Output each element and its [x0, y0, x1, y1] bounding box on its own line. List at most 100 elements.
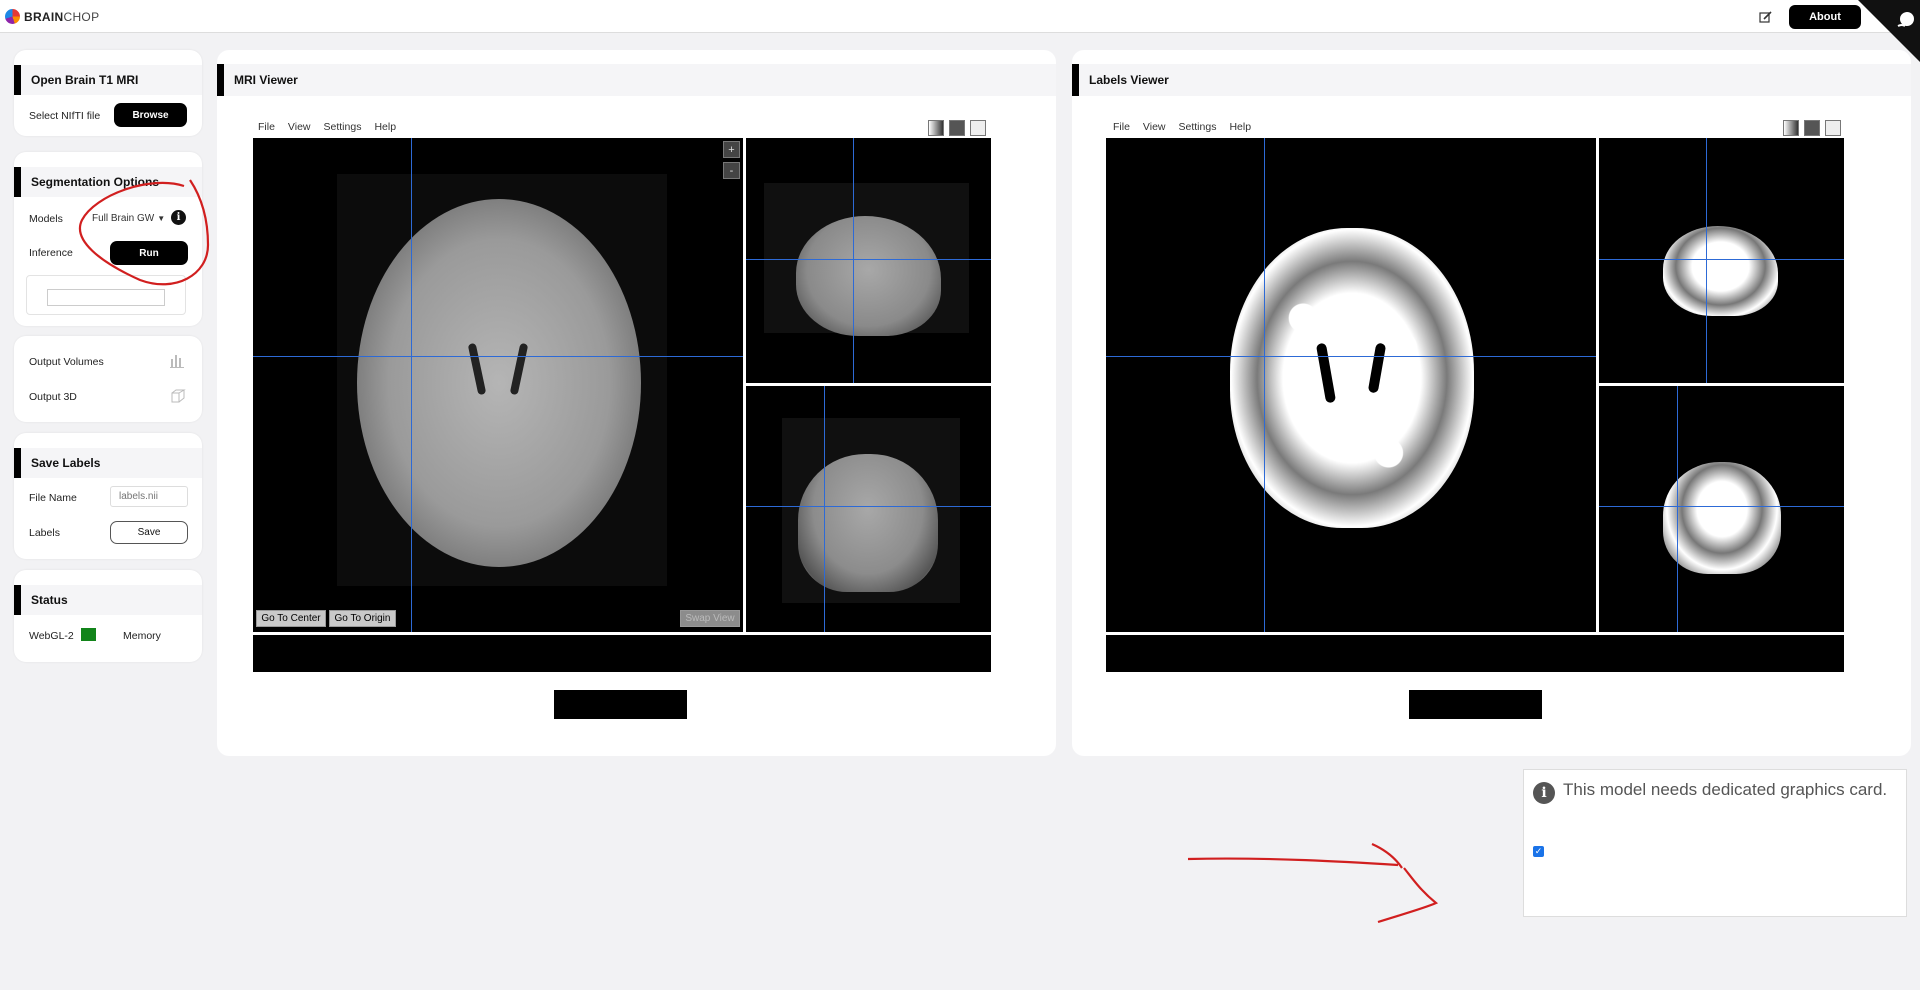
webgl-status-indicator	[81, 628, 96, 641]
progress-box	[26, 275, 186, 315]
inference-label: Inference	[29, 247, 73, 259]
crosshair-horizontal	[1599, 259, 1844, 260]
card-title: Status	[14, 585, 202, 615]
crosshair-vertical	[1677, 386, 1678, 632]
labels-viewer-menu: File View Settings Help	[1113, 121, 1251, 133]
progress-bar	[47, 289, 165, 306]
crosshair-vertical	[1706, 138, 1707, 383]
labels-coronal-pane[interactable]	[1599, 386, 1844, 632]
top-bar: BRAIN CHOP About	[0, 0, 1920, 62]
memory-label: Memory	[123, 630, 161, 642]
card-title: Open Brain T1 MRI	[14, 65, 202, 95]
mri-info-strip	[253, 635, 991, 672]
notification-message: This model needs dedicated graphics card…	[1563, 780, 1888, 799]
mri-canvas[interactable]: + - Go To Center Go To Origin Swap View	[253, 138, 991, 632]
open-mri-card: Open Brain T1 MRI Select NIfTI file Brow…	[14, 50, 202, 136]
crosshair-horizontal	[1106, 356, 1596, 357]
crosshair-horizontal	[746, 506, 991, 507]
output-card: Output Volumes Output 3D	[14, 336, 202, 422]
crosshair-vertical	[853, 138, 854, 383]
brand-bold-text: BRAIN	[24, 9, 64, 24]
labels-label: Labels	[29, 527, 60, 539]
file-name-input[interactable]	[110, 486, 188, 507]
segmentation-sagittal-image	[1663, 226, 1778, 316]
brain-logo-icon	[5, 9, 20, 24]
segmentation-options-card: Segmentation Options Models Full Brain G…	[14, 152, 202, 326]
card-title: Segmentation Options	[14, 167, 202, 197]
model-select-value: Full Brain GW	[92, 212, 155, 224]
swap-view-button[interactable]: Swap View	[680, 610, 740, 627]
brain-coronal-image	[798, 454, 938, 592]
mri-viewer-title: MRI Viewer	[217, 64, 1056, 96]
crosshair-vertical	[824, 386, 825, 632]
info-icon[interactable]: i	[171, 210, 186, 225]
edit-icon[interactable]	[1759, 10, 1773, 24]
labels-black-bar	[1409, 690, 1542, 719]
brand-logo[interactable]: BRAIN CHOP	[5, 9, 99, 24]
info-icon: i	[1533, 782, 1555, 804]
file-name-label: File Name	[29, 492, 77, 504]
save-button[interactable]: Save	[110, 521, 188, 544]
model-select[interactable]: Full Brain GW ▼	[92, 208, 167, 228]
contrast-icon[interactable]	[1783, 120, 1799, 136]
output-volumes-label: Output Volumes	[29, 356, 104, 368]
brain-sagittal-image	[796, 216, 941, 336]
brain-axial-image	[357, 199, 641, 567]
mri-viewer-toolbar	[928, 120, 986, 136]
models-label: Models	[29, 213, 63, 225]
mri-coronal-pane[interactable]	[746, 386, 991, 632]
graphics-card-notification: i This model needs dedicated graphics car…	[1523, 769, 1907, 917]
menu-file[interactable]: File	[1113, 121, 1130, 133]
crosshair-vertical	[411, 138, 412, 632]
card-title: Save Labels	[14, 448, 202, 478]
zoom-in-button[interactable]: +	[723, 141, 740, 158]
select-nifti-label: Select NIfTI file	[29, 110, 101, 122]
menu-view[interactable]: View	[1143, 121, 1166, 133]
crosshair-horizontal	[1599, 506, 1844, 507]
output-3d-label: Output 3D	[29, 391, 77, 403]
go-to-origin-button[interactable]: Go To Origin	[329, 610, 396, 627]
menu-help[interactable]: Help	[1229, 121, 1251, 133]
status-card: Status WebGL-2 Memory	[14, 570, 202, 662]
crosshair-vertical	[1264, 138, 1265, 632]
labels-viewer-title: Labels Viewer	[1072, 64, 1911, 96]
webgl-label: WebGL-2	[29, 630, 74, 642]
menu-settings[interactable]: Settings	[324, 121, 362, 133]
notification-body: i This model needs dedicated graphics car…	[1533, 777, 1898, 804]
cube-icon[interactable]	[170, 388, 186, 404]
labels-viewer-toolbar	[1783, 120, 1841, 136]
menu-settings[interactable]: Settings	[1179, 121, 1217, 133]
run-button[interactable]: Run	[110, 241, 188, 265]
fullscreen-icon[interactable]	[1825, 120, 1841, 136]
zoom-out-button[interactable]: -	[723, 162, 740, 179]
labels-axial-pane[interactable]	[1106, 138, 1596, 632]
mri-sagittal-pane[interactable]	[746, 138, 991, 383]
menu-view[interactable]: View	[288, 121, 311, 133]
chevron-down-icon: ▼	[157, 213, 166, 223]
screenshot-icon[interactable]	[949, 120, 965, 136]
fullscreen-icon[interactable]	[970, 120, 986, 136]
mri-axial-pane[interactable]: + - Go To Center Go To Origin Swap View	[253, 138, 743, 632]
segmentation-coronal-image	[1663, 462, 1781, 574]
menu-file[interactable]: File	[258, 121, 275, 133]
mri-viewer-menu: File View Settings Help	[258, 121, 396, 133]
labels-canvas[interactable]	[1106, 138, 1844, 632]
contrast-icon[interactable]	[928, 120, 944, 136]
about-button[interactable]: About	[1789, 5, 1861, 29]
labels-viewer-card: Labels Viewer File View Settings Help	[1072, 50, 1911, 756]
screenshot-icon[interactable]	[1804, 120, 1820, 136]
labels-sagittal-pane[interactable]	[1599, 138, 1844, 383]
notification-checkbox[interactable]: ✓	[1533, 846, 1544, 857]
bar-chart-icon[interactable]	[169, 353, 185, 369]
menu-help[interactable]: Help	[374, 121, 396, 133]
save-labels-card: Save Labels File Name Labels Save	[14, 433, 202, 559]
browse-button[interactable]: Browse	[114, 103, 187, 127]
brand-rest-text: CHOP	[63, 9, 100, 24]
labels-info-strip	[1106, 635, 1844, 672]
crosshair-horizontal	[746, 259, 991, 260]
red-arrow-annotation	[1187, 842, 1439, 924]
mri-viewer-card: MRI Viewer File View Settings Help + - G…	[217, 50, 1056, 756]
go-to-center-button[interactable]: Go To Center	[256, 610, 326, 627]
crosshair-horizontal	[253, 356, 743, 357]
mri-black-bar	[554, 690, 687, 719]
